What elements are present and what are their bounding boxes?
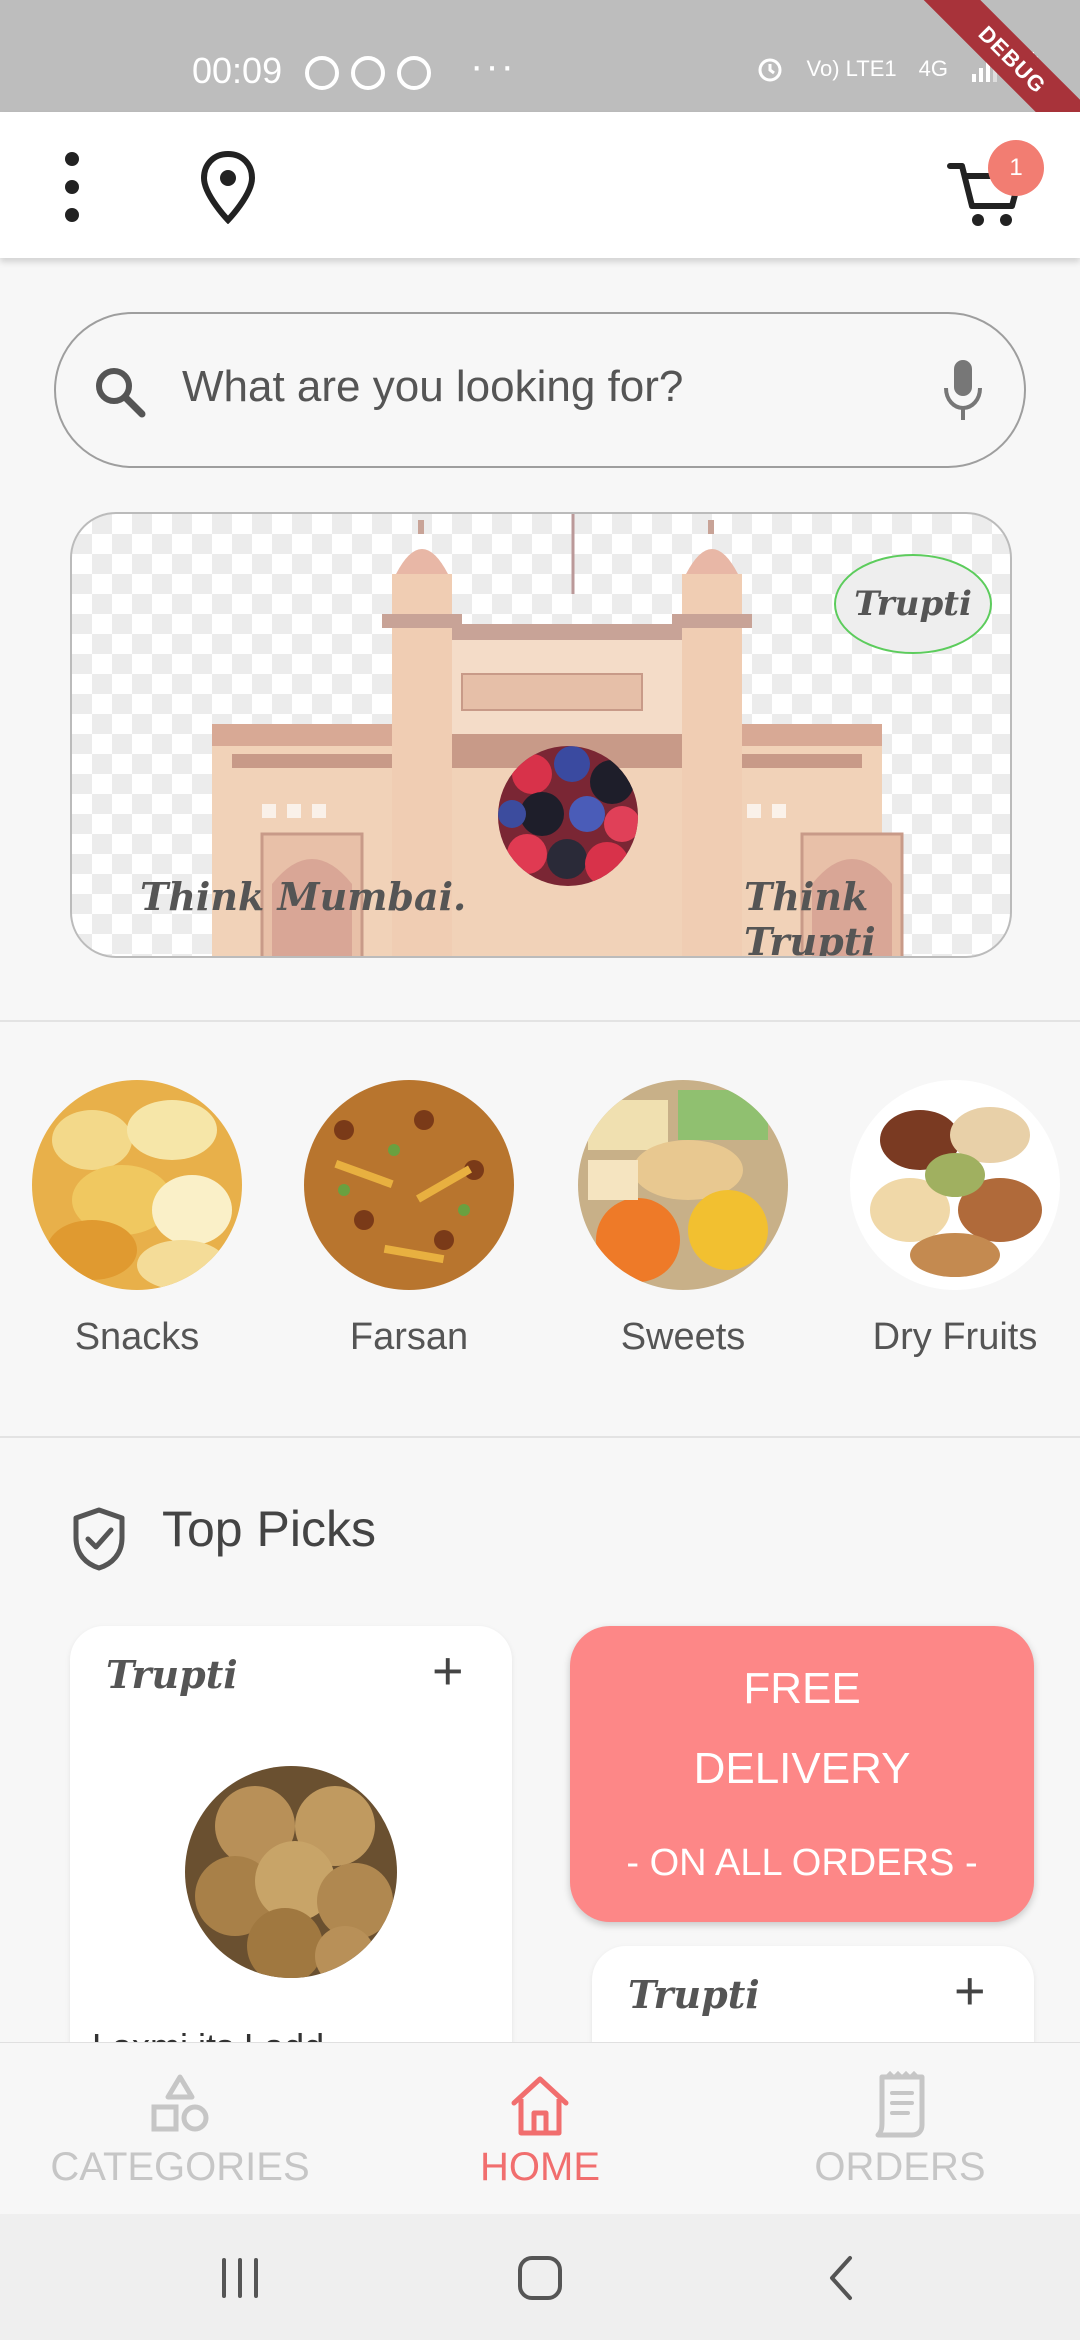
section-title: Top Picks — [162, 1501, 376, 1557]
notification-icons — [305, 56, 431, 90]
category-sweets[interactable]: Sweets — [568, 1080, 798, 1359]
promo-line-3: - ON ALL ORDERS - — [626, 1842, 978, 1884]
notification-icon — [305, 56, 339, 90]
category-label: Dry Fruits — [872, 1316, 1038, 1358]
add-to-cart-button[interactable]: + — [432, 1640, 464, 1702]
search-icon — [96, 368, 146, 418]
category-image — [32, 1080, 242, 1290]
product-card[interactable]: Trupti + Laxmi its Ladd... — [70, 1626, 512, 2086]
status-bar: 00:09 ··· Vo) LTE1 4G DEBUG — [0, 0, 1080, 167]
promo-banner[interactable]: Trupti Think Mumbai. Think Trupti — [70, 512, 1012, 958]
app-bar — [0, 112, 1080, 258]
alarm-icon — [758, 58, 782, 82]
location-pin-icon[interactable] — [196, 150, 260, 224]
cart-count-badge: 1 — [988, 140, 1044, 196]
status-time: 00:09 — [192, 50, 283, 91]
brand-logo: Trupti — [106, 1652, 238, 1697]
search-input[interactable]: What are you looking for? — [182, 362, 683, 412]
section-divider — [0, 1020, 1080, 1022]
promo-line-2: DELIVERY — [693, 1744, 911, 1793]
section-divider — [0, 1436, 1080, 1438]
home-icon — [511, 2076, 569, 2136]
nav-label: HOME — [480, 2145, 600, 2189]
search-bar[interactable]: What are you looking for? — [54, 312, 1026, 468]
nav-home[interactable]: HOME — [360, 2043, 720, 2215]
notification-icon — [397, 56, 431, 90]
back-icon[interactable] — [812, 2248, 872, 2308]
category-image — [578, 1080, 788, 1290]
nav-orders[interactable]: ORDERS — [720, 2043, 1080, 2215]
add-to-cart-button[interactable]: + — [954, 1960, 986, 2022]
banner-tagline-left: Think Mumbai. — [140, 874, 467, 919]
nav-categories[interactable]: CATEGORIES — [0, 2043, 360, 2215]
bottom-navigation: CATEGORIES HOME ORDERS — [0, 2042, 1080, 2214]
brand-logo: Trupti — [628, 1972, 760, 2017]
notification-icon — [351, 56, 385, 90]
microphone-icon[interactable] — [940, 358, 986, 424]
home-button-icon[interactable] — [510, 2248, 570, 2308]
category-image — [304, 1080, 514, 1290]
more-menu-icon[interactable] — [52, 152, 92, 222]
categories-icon — [151, 2074, 209, 2132]
category-label: Farsan — [349, 1316, 469, 1358]
shield-check-icon — [73, 1507, 125, 1571]
volte-label: Vo) LTE1 — [806, 56, 897, 81]
category-dry-fruits[interactable]: Dry Fruits — [840, 1080, 1070, 1359]
orders-receipt-icon — [875, 2071, 925, 2138]
category-label: Sweets — [620, 1316, 746, 1358]
promo-line-1: FREE — [743, 1664, 861, 1713]
product-image — [185, 1766, 397, 1978]
free-delivery-promo[interactable]: FREE DELIVERY - ON ALL ORDERS - — [570, 1626, 1034, 1922]
category-farsan[interactable]: Farsan — [294, 1080, 524, 1359]
banner-tagline-right: Think Trupti — [744, 874, 876, 958]
more-notifications-icon: ··· — [470, 44, 516, 88]
category-snacks[interactable]: Snacks — [22, 1080, 252, 1359]
category-image — [850, 1080, 1060, 1290]
recent-apps-icon[interactable] — [210, 2248, 270, 2308]
trupti-logo: Trupti — [834, 554, 992, 654]
system-navigation-bar — [0, 2214, 1080, 2340]
network-label: 4G — [918, 56, 948, 81]
nav-label: CATEGORIES — [50, 2145, 310, 2189]
category-label: Snacks — [74, 1316, 200, 1358]
nav-label: ORDERS — [814, 2145, 986, 2189]
